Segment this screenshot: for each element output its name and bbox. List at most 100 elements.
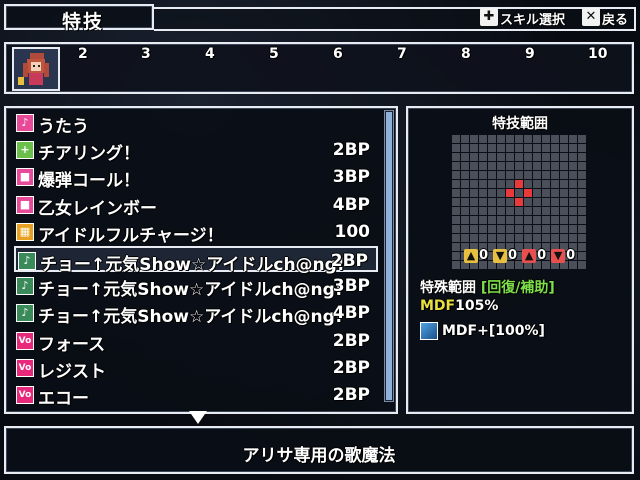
character-portrait-tab[interactable] [12,47,60,91]
range-cell [560,198,568,206]
range-cell [461,216,469,224]
range-cell [524,225,532,233]
range-cell [506,207,514,215]
range-cell [569,216,577,224]
range-cell-active [515,198,523,206]
skill-row[interactable]: ■ 爆弾コール！ 3BP [14,164,378,192]
tab-8[interactable]: 8 [461,46,471,62]
skill-row[interactable]: Vo レジスト 2BP [14,355,378,382]
vo-icon: Vo [16,386,34,404]
tab-3[interactable]: 3 [141,46,151,62]
range-cell [533,162,541,170]
range-cell [542,153,550,161]
range-cell [452,225,460,233]
range-cell [452,144,460,152]
range-cell [488,153,496,161]
range-cell [533,207,541,215]
range-cell [479,153,487,161]
range-cell [578,153,586,161]
range-cell [524,171,532,179]
tab-2[interactable]: 2 [78,46,88,62]
range-cell [488,135,496,143]
range-cell [578,198,586,206]
range-cell [569,180,577,188]
scrollbar-thumb[interactable] [386,112,392,400]
range-cell [560,216,568,224]
skill-row[interactable]: ♪ チョー↑元気Show☆アイドルch@ng! 3BP [14,273,378,301]
tab-4[interactable]: 4 [205,46,215,62]
skill-row[interactable]: ♪ チョー↑元気Show☆アイドルch@ng! 4BP [14,300,378,328]
range-cell [578,135,586,143]
tab-7[interactable]: 7 [397,46,407,62]
skill-row[interactable]: Vo エコー 2BP [14,382,378,409]
range-cell [569,198,577,206]
range-cell [524,180,532,188]
range-cell [506,135,514,143]
range-cell [542,189,550,197]
range-cell [470,162,478,170]
range-cell [461,180,469,188]
range-cell-active [506,189,514,197]
range-cell [470,234,478,242]
tab-10[interactable]: 10 [588,46,607,62]
range-cell [470,135,478,143]
range-cell [452,198,460,206]
range-cell [452,189,460,197]
range-cell [551,207,559,215]
range-cell [551,234,559,242]
skill-cost: 2BP [330,251,368,271]
range-cell [470,216,478,224]
range-cell [542,198,550,206]
back-hint[interactable]: 戻る [602,9,628,28]
range-cell [488,171,496,179]
range-cell [479,144,487,152]
tab-9[interactable]: 9 [525,46,535,62]
checker-icon: ▦ [16,222,34,241]
skill-row[interactable]: + チアリング！ 2BP [14,137,378,164]
tab-5[interactable]: 5 [269,46,279,62]
skill-row[interactable]: ♪ チョー↑元気Show☆アイドルch@ng! 2BP [14,246,378,275]
scroll-down-arrow-icon[interactable] [189,411,207,424]
range-cell [461,135,469,143]
range-cell [542,171,550,179]
range-cell [560,180,568,188]
skill-name: 爆弾コール！ [38,171,140,192]
range-cell [542,162,550,170]
range-cell [542,225,550,233]
skill-name: チョー↑元気Show☆アイドルch@ng! [38,280,343,301]
range-cell [452,261,460,269]
skill-row[interactable]: Vo フォース 2BP [14,328,378,355]
mdf-plus-value: MDF+[100%] [442,323,545,339]
range-cell [515,153,523,161]
range-cell [533,234,541,242]
special-range: 特殊範囲 [回復/補助] [420,277,555,297]
skill-cost: 2BP [332,385,370,405]
range-cell [461,144,469,152]
range-cell [578,180,586,188]
range-cell [569,144,577,152]
range-cell [560,189,568,197]
range-cell [461,225,469,233]
skill-range-panel: 特技範囲 ▲ 0 ▼ 0 ▲ 0 ▼ 0 特殊範囲 [回復/補助] MDF105% MD… [406,106,634,414]
arrow-up-icon: ▲ [464,248,478,263]
skill-name: チョー↑元気Show☆アイドルch@ng! [38,307,343,328]
range-cell [497,198,505,206]
range-cell [578,216,586,224]
range-cell [470,171,478,179]
range-cell [569,162,577,170]
skill-description: アリサ専用の歌魔法 [242,446,396,466]
mdf-value: 105% [455,298,499,314]
skill-select-hint[interactable]: スキル選択 [500,9,565,28]
tab-6[interactable]: 6 [333,46,343,62]
range-cell [452,162,460,170]
range-cell [452,234,460,242]
note-plus2-icon: ♪ [16,304,34,323]
skill-row[interactable]: ♪ うたう [14,110,378,137]
range-cell [578,171,586,179]
skill-name: フォース [38,334,106,355]
range-cell [524,207,532,215]
range-cell [515,135,523,143]
skill-row[interactable]: ■ 乙女レインボー 4BP [14,192,378,219]
range-cell [524,135,532,143]
skill-row[interactable]: ▦ アイドルフルチャージ！ 100 [14,219,378,246]
